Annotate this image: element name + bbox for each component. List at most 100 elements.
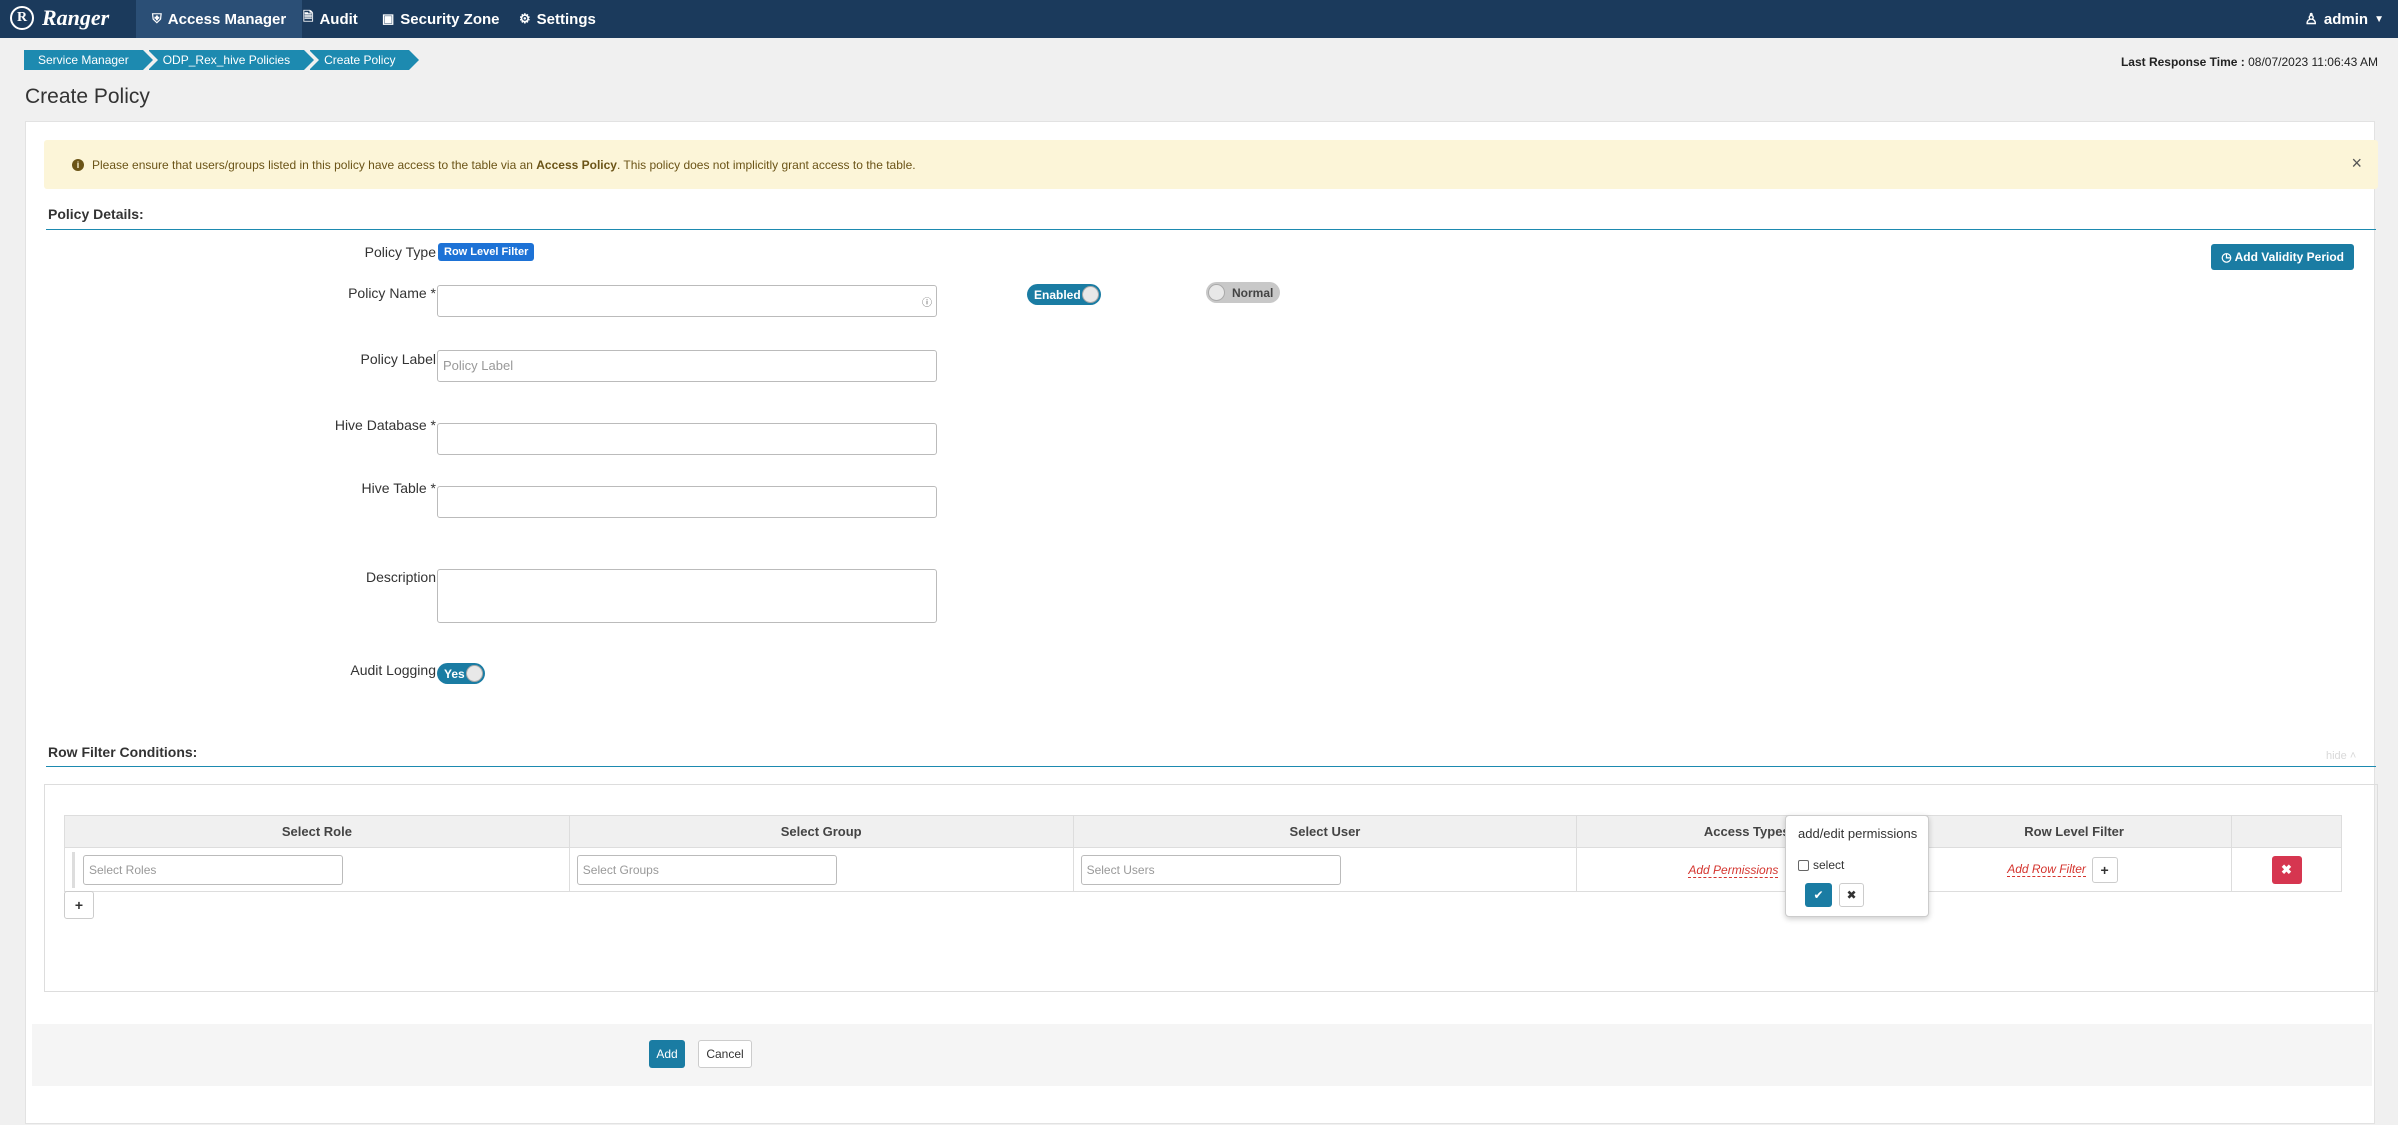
select-groups-input[interactable]: Select Groups	[576, 854, 837, 885]
add-row-filter-link[interactable]: Add Row Filter	[2007, 861, 2086, 877]
ranger-logo-icon: R	[10, 6, 34, 30]
add-row-filter-button[interactable]: +	[2091, 856, 2118, 883]
warning-alert: i Please ensure that users/groups listed…	[44, 140, 2378, 189]
info-icon: i	[72, 158, 84, 171]
column-header: Select User	[1072, 815, 1578, 848]
column-header: Select Role	[64, 815, 570, 848]
enabled-toggle[interactable]: Enabled	[1027, 284, 1101, 305]
user-name: admin	[2323, 10, 2369, 28]
policy-type-badge: Row Level Filter	[438, 243, 535, 261]
hive-database-label: Hive Database *	[334, 417, 436, 433]
page-title: Create Policy	[25, 85, 150, 108]
nav-audit[interactable]: 🗎 Audit	[287, 0, 374, 38]
nav-label: Security Zone	[400, 10, 500, 28]
gear-icon: ⚙	[519, 11, 531, 26]
toggle-label: Yes	[444, 666, 465, 681]
alert-text-part: Please ensure that users/groups listed i…	[92, 157, 537, 172]
dismiss-button[interactable]: ✖	[1839, 883, 1864, 907]
last-response-time: Last Response Time : 08/07/2023 11:06:43…	[2121, 55, 2378, 69]
info-icon: ⓘ	[922, 298, 932, 309]
clock-icon: ◷	[2221, 250, 2232, 264]
column-header: Row Level Filter	[1916, 815, 2233, 848]
select-roles-input[interactable]: Select Roles	[83, 854, 343, 885]
policy-form-card: i Please ensure that users/groups listed…	[25, 121, 2378, 1124]
toggle-knob	[1082, 286, 1099, 303]
toggle-label: Normal	[1232, 285, 1274, 300]
add-condition-button[interactable]: +	[64, 891, 94, 919]
permissions-popover: add/edit permissions select ✔ ✖	[1785, 815, 1929, 917]
alert-text-part: . This policy does not implicitly grant …	[616, 157, 916, 172]
section-divider	[46, 229, 2376, 230]
nav-label: Access Manager	[167, 10, 287, 28]
nav-label: Settings	[536, 10, 596, 28]
check-icon: ✔	[1813, 888, 1824, 902]
alert-text: Please ensure that users/groups listed i…	[92, 158, 916, 172]
select-permission-checkbox[interactable]: select	[1798, 858, 1844, 872]
policy-name-label: Policy Name *	[348, 285, 436, 301]
caret-down-icon: ▼	[2374, 13, 2384, 25]
alert-text-bold: Access Policy	[536, 157, 617, 172]
row-level-filter-cell: Add Row Filter +	[1916, 847, 2233, 892]
hive-database-input[interactable]	[437, 423, 937, 455]
add-permissions-link[interactable]: Add Permissions	[1688, 863, 1779, 878]
last-response-label: Last Response Time :	[2120, 55, 2245, 69]
policy-type-label: Policy Type	[364, 244, 436, 260]
row-filter-box: Select Role Select Group Select User Acc…	[44, 784, 2378, 992]
breadcrumb: Service Manager ODP_Rex_hive Policies Cr…	[24, 50, 420, 70]
section-divider	[46, 766, 2376, 767]
confirm-button[interactable]: ✔	[1805, 883, 1832, 907]
normal-toggle[interactable]: Normal	[1206, 282, 1280, 303]
policy-details-heading: Policy Details:	[48, 206, 144, 222]
breadcrumb-service-manager[interactable]: Service Manager	[24, 50, 153, 70]
close-icon[interactable]: ×	[2351, 153, 2362, 174]
nav-label: Audit	[319, 10, 358, 28]
role-cell: Select Roles	[64, 847, 570, 892]
drag-handle[interactable]	[72, 851, 75, 888]
table-row: Select Roles Select Groups Select Users …	[64, 847, 2342, 892]
hive-table-label: Hive Table *	[361, 480, 436, 496]
delete-cell: ✖	[2231, 847, 2342, 892]
cancel-button[interactable]: Cancel	[698, 1040, 752, 1068]
toggle-knob	[1208, 284, 1225, 301]
add-button[interactable]: Add	[649, 1040, 685, 1068]
checkbox[interactable]	[1798, 859, 1809, 871]
audit-logging-toggle[interactable]: Yes	[437, 663, 485, 684]
delete-row-button[interactable]: ✖	[2271, 855, 2302, 884]
user-cell: Select Users	[1072, 847, 1578, 892]
last-response-value: 08/07/2023 11:06:43 AM	[2248, 55, 2378, 69]
hide-label: hide	[2326, 750, 2347, 762]
hive-table-input[interactable]	[437, 486, 937, 518]
policy-label-input[interactable]: Policy Label	[437, 350, 937, 382]
close-icon: ✖	[1846, 888, 1857, 902]
column-header: Select Group	[568, 815, 1074, 848]
group-cell: Select Groups	[568, 847, 1074, 892]
policy-label-label: Policy Label	[360, 351, 437, 367]
description-textarea[interactable]	[437, 569, 937, 623]
nav-settings[interactable]: ⚙ Settings	[503, 0, 612, 38]
toggle-label: Enabled	[1034, 287, 1081, 302]
popover-title: add/edit permissions	[1798, 826, 1918, 841]
breadcrumb-policies[interactable]: ODP_Rex_hive Policies	[147, 50, 315, 70]
form-footer: Add Cancel	[32, 1024, 2372, 1086]
row-filter-heading: Row Filter Conditions:	[48, 744, 198, 760]
description-label: Description	[365, 569, 436, 585]
shield-icon: ⛨	[152, 11, 162, 26]
breadcrumb-create-policy[interactable]: Create Policy	[309, 50, 420, 70]
checkbox-label: select	[1813, 858, 1845, 872]
user-menu[interactable]: ♙ admin ▼	[2304, 0, 2384, 38]
toggle-knob	[466, 665, 483, 682]
user-icon: ♙	[2304, 11, 2318, 28]
zone-icon: ▣	[382, 11, 395, 26]
brand[interactable]: R Ranger	[10, 5, 109, 31]
validity-label: Add Validity Period	[2234, 250, 2344, 264]
brand-name: Ranger	[42, 5, 110, 30]
top-navbar: R Ranger ⛨ Access Manager 🗎 Audit ▣ Secu…	[0, 0, 2398, 38]
select-users-input[interactable]: Select Users	[1080, 854, 1341, 885]
policy-name-input[interactable]: ⓘ	[437, 285, 937, 317]
column-header	[2231, 815, 2342, 848]
hide-toggle[interactable]: hide ˄	[2326, 750, 2356, 762]
nav-access-manager[interactable]: ⛨ Access Manager	[136, 0, 303, 38]
add-validity-period-button[interactable]: ◷ Add Validity Period	[2211, 244, 2354, 270]
audit-logging-label: Audit Logging	[350, 662, 436, 678]
nav-security-zone[interactable]: ▣ Security Zone	[366, 0, 516, 38]
